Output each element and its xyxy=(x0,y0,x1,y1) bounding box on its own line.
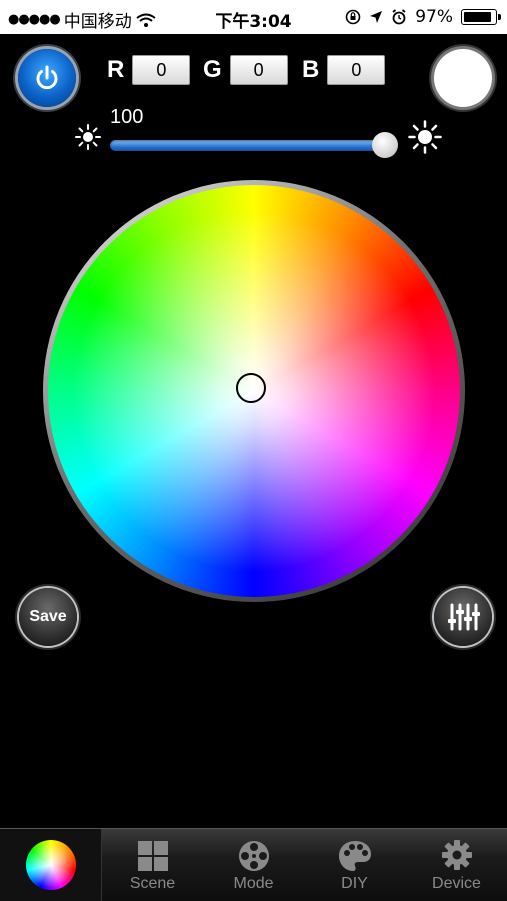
red-group: R 0 xyxy=(107,55,191,85)
status-right: 97% xyxy=(345,7,501,27)
tab-device[interactable]: Device xyxy=(406,829,507,901)
color-selector-handle[interactable] xyxy=(236,373,266,403)
save-button-label: Save xyxy=(29,608,67,625)
location-icon xyxy=(370,11,383,23)
alarm-icon xyxy=(392,9,406,25)
tab-diy-label: DIY xyxy=(341,875,368,892)
tab-mode-label: Mode xyxy=(233,875,274,892)
save-button[interactable]: Save xyxy=(19,588,77,646)
film-reel-icon xyxy=(238,841,269,871)
tab-scene[interactable]: Scene xyxy=(102,829,203,901)
battery-fill xyxy=(464,12,491,22)
brightness-slider-thumb[interactable] xyxy=(372,132,398,158)
green-label: G xyxy=(203,56,222,83)
brightness-value: 100 xyxy=(110,106,144,128)
blue-label: B xyxy=(302,56,320,83)
brightness-low-icon xyxy=(75,124,101,150)
palette-icon xyxy=(338,841,371,871)
red-value-field[interactable]: 0 xyxy=(132,55,191,85)
power-button[interactable] xyxy=(18,49,76,107)
tab-device-label: Device xyxy=(432,875,481,892)
selected-color-swatch[interactable] xyxy=(434,49,492,107)
blue-value-field[interactable]: 0 xyxy=(327,55,386,85)
tab-diy[interactable]: DIY xyxy=(304,829,405,901)
battery-percentage: 97% xyxy=(415,7,453,27)
gear-icon xyxy=(441,840,472,870)
adjust-button[interactable] xyxy=(434,588,492,646)
battery-icon xyxy=(461,9,501,25)
tab-bar: Scene Mode DIY Device xyxy=(0,828,507,901)
tab-scene-label: Scene xyxy=(129,875,176,892)
tab-color[interactable] xyxy=(0,829,102,901)
orientation-lock-icon xyxy=(345,9,361,25)
green-value-field[interactable]: 0 xyxy=(229,55,288,85)
red-label: R xyxy=(107,56,125,83)
blue-group: B 0 xyxy=(302,55,386,85)
power-icon xyxy=(36,65,58,90)
tab-mode[interactable]: Mode xyxy=(203,829,304,901)
brightness-slider-track[interactable] xyxy=(110,140,395,151)
brightness-high-icon xyxy=(408,120,442,154)
green-group: G 0 xyxy=(203,55,288,85)
grid-icon xyxy=(137,841,168,871)
equalizer-icon xyxy=(448,603,480,631)
color-wheel-icon xyxy=(25,840,76,890)
status-bar: ●●●●● 中国移动 下午3:04 97% xyxy=(0,0,507,34)
